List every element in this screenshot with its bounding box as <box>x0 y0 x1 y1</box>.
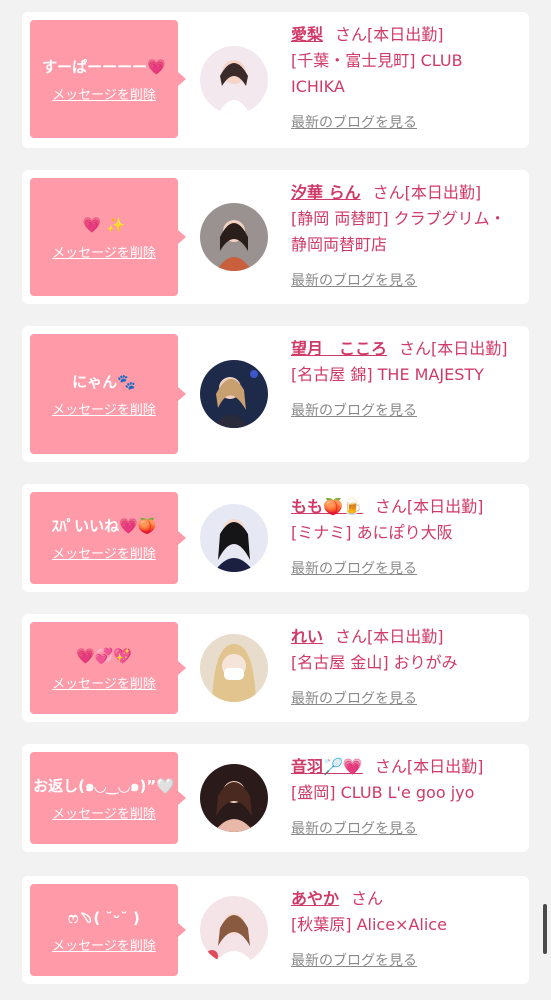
message-bubble: 💗💞💖 メッセージを削除 <box>30 622 186 714</box>
latest-blog-link[interactable]: 最新のブログを見る <box>291 400 417 420</box>
avatar[interactable] <box>200 203 268 271</box>
delete-message-link[interactable]: メッセージを削除 <box>52 935 156 954</box>
message-card: ෆ﹆( ˘ᵕ˘ ) メッセージを削除 あやか さん [秋葉原] Alice×Ali… <box>22 876 529 984</box>
cast-info: 音羽🏸💗 さん[本日出勤] [盛岡] CLUB L'e goo jyo 最新のブロ… <box>291 754 519 838</box>
cast-status: さん[本日出勤] <box>372 183 482 202</box>
shop-name: [名古屋 金山] おりがみ <box>291 653 458 672</box>
cast-info: れい さん[本日出勤] [名古屋 金山] おりがみ 最新のブログを見る <box>291 624 519 708</box>
cast-name-link[interactable]: 音羽🏸💗 <box>291 757 363 776</box>
message-card: 💗💞💖 メッセージを削除 れい さん[本日出勤] [名古屋 金山] おりがみ 最新… <box>22 614 529 722</box>
shop-name: [静岡 両替町] クラブグリム・静岡両替町店 <box>291 209 506 254</box>
latest-blog-link[interactable]: 最新のブログを見る <box>291 558 417 578</box>
message-card: にゃん🐾 メッセージを削除 望月 こころ さん[本日出勤] [名古屋 錦] THE… <box>22 326 529 462</box>
message-card: すーぱーーーー💗 メッセージを削除 愛梨 さん[本日出勤] [千葉・富士見町] C… <box>22 12 529 148</box>
cast-info: 愛梨 さん[本日出勤] [千葉・富士見町] CLUB ICHIKA 最新のブログを… <box>291 22 519 132</box>
delete-message-link[interactable]: メッセージを削除 <box>52 399 156 418</box>
message-card: 💗 ✨ メッセージを削除 汐華 らん さん[本日出勤] [静岡 両替町] クラブグ… <box>22 170 529 304</box>
avatar[interactable] <box>200 634 268 702</box>
avatar-photo <box>200 634 268 702</box>
cast-name-link[interactable]: もも🍑🍺 <box>291 497 363 516</box>
message-text: お返し(๑◡‿◡๑)”🤍 <box>33 776 175 795</box>
message-bubble: ｽﾊﾟいいね💗🍑 メッセージを削除 <box>30 492 186 584</box>
cast-status: さん[本日出勤] <box>374 757 484 776</box>
delete-message-link[interactable]: メッセージを削除 <box>52 543 156 562</box>
avatar-photo <box>200 896 268 964</box>
cast-status: さん[本日出勤] <box>335 25 444 44</box>
cast-info: もも🍑🍺 さん[本日出勤] [ミナミ] あにぽり大阪 最新のブログを見る <box>291 494 519 578</box>
shop-name: [秋葉原] Alice×Alice <box>291 915 447 934</box>
cast-status: さん[本日出勤] <box>399 339 508 358</box>
message-card: お返し(๑◡‿◡๑)”🤍 メッセージを削除 音羽🏸💗 さん[本日出勤] [盛岡] … <box>22 744 529 852</box>
avatar-photo <box>200 764 268 832</box>
message-text: ෆ﹆( ˘ᵕ˘ ) <box>68 908 140 927</box>
message-text: すーぱーーーー💗 <box>42 57 166 76</box>
latest-blog-link[interactable]: 最新のブログを見る <box>291 688 417 708</box>
avatar-photo <box>200 360 268 428</box>
delete-message-link[interactable]: メッセージを削除 <box>52 84 156 103</box>
cast-status: さん[本日出勤] <box>335 627 444 646</box>
message-card: ｽﾊﾟいいね💗🍑 メッセージを削除 もも🍑🍺 さん[本日出勤] [ミナミ] あにぽ… <box>22 484 529 592</box>
cast-info: 汐華 らん さん[本日出勤] [静岡 両替町] クラブグリム・静岡両替町店 最新の… <box>291 180 519 290</box>
shop-name: [ミナミ] あにぽり大阪 <box>291 523 453 542</box>
delete-message-link[interactable]: メッセージを削除 <box>52 673 156 692</box>
avatar-photo <box>200 46 268 114</box>
scrollbar-thumb[interactable] <box>543 904 547 954</box>
cast-name-link[interactable]: れい <box>291 627 323 646</box>
delete-message-link[interactable]: メッセージを削除 <box>52 803 156 822</box>
message-text: ｽﾊﾟいいね💗🍑 <box>51 516 157 535</box>
cast-info: あやか さん [秋葉原] Alice×Alice 最新のブログを見る <box>291 886 519 970</box>
shop-name: [名古屋 錦] THE MAJESTY <box>291 365 484 384</box>
avatar[interactable] <box>200 46 268 114</box>
avatar-photo <box>200 504 268 572</box>
avatar[interactable] <box>200 360 268 428</box>
message-bubble: ෆ﹆( ˘ᵕ˘ ) メッセージを削除 <box>30 884 186 976</box>
cast-status: さん <box>351 889 384 908</box>
latest-blog-link[interactable]: 最新のブログを見る <box>291 270 417 290</box>
message-bubble: 💗 ✨ メッセージを削除 <box>30 178 186 296</box>
avatar-photo <box>200 203 268 271</box>
cast-status: さん[本日出勤] <box>374 497 484 516</box>
message-text: にゃん🐾 <box>72 372 136 391</box>
latest-blog-link[interactable]: 最新のブログを見る <box>291 112 417 132</box>
message-text: 💗💞💖 <box>75 646 133 665</box>
message-bubble: お返し(๑◡‿◡๑)”🤍 メッセージを削除 <box>30 752 186 844</box>
latest-blog-link[interactable]: 最新のブログを見る <box>291 950 417 970</box>
avatar[interactable] <box>200 896 268 964</box>
message-bubble: にゃん🐾 メッセージを削除 <box>30 334 186 454</box>
shop-name: [千葉・富士見町] CLUB ICHIKA <box>291 51 463 96</box>
cast-name-link[interactable]: あやか <box>291 889 339 908</box>
message-text: 💗 ✨ <box>82 215 126 234</box>
cast-name-link[interactable]: 汐華 らん <box>291 183 361 202</box>
cast-name-link[interactable]: 望月 こころ <box>291 339 387 358</box>
shop-name: [盛岡] CLUB L'e goo jyo <box>291 783 475 802</box>
message-bubble: すーぱーーーー💗 メッセージを削除 <box>30 20 186 138</box>
delete-message-link[interactable]: メッセージを削除 <box>52 242 156 261</box>
avatar[interactable] <box>200 764 268 832</box>
cast-info: 望月 こころ さん[本日出勤] [名古屋 錦] THE MAJESTY 最新のブロ… <box>291 336 519 420</box>
avatar[interactable] <box>200 504 268 572</box>
cast-name-link[interactable]: 愛梨 <box>291 25 323 44</box>
latest-blog-link[interactable]: 最新のブログを見る <box>291 818 417 838</box>
